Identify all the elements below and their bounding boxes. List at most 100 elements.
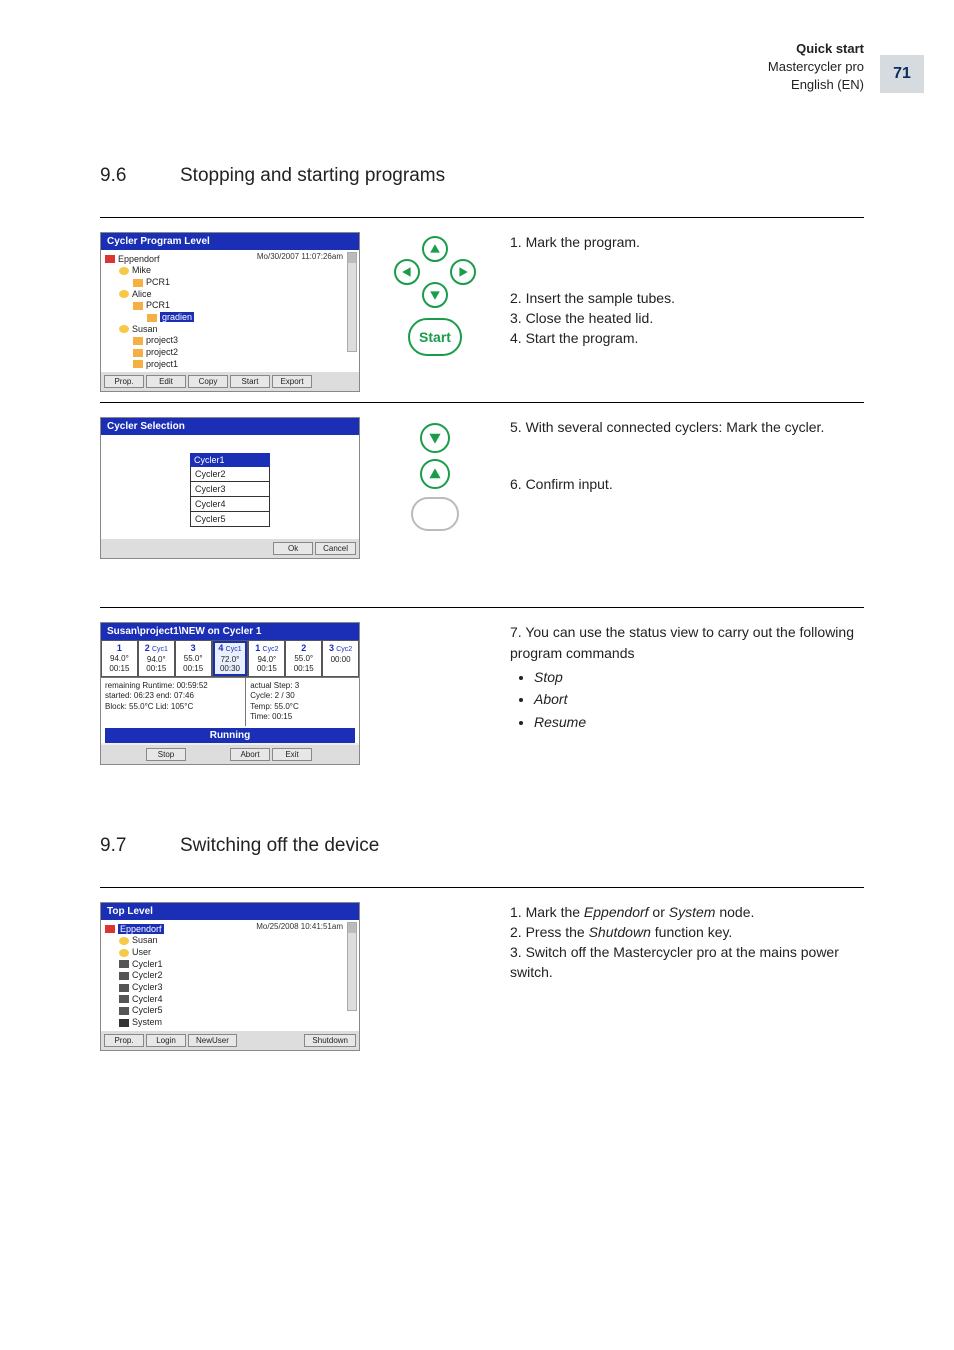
window-title: Top Level [101,903,359,920]
tree-folder[interactable]: project1 [105,359,341,371]
scrollbar[interactable] [347,252,357,353]
footer-login-button[interactable]: Login [146,1034,186,1047]
footer-copy-button[interactable]: Copy [188,375,228,388]
footer-prop-button[interactable]: Prop. [104,375,144,388]
page-header: Quick start Mastercycler pro English (EN… [100,40,864,95]
tree-view: Eppendorf Susan User Cycler1 Cycler2 Cyc… [105,924,355,1029]
tree-user[interactable]: User [105,947,341,959]
timestamp: Mo/30/2007 11:07:26am [257,252,343,261]
instruction-text: 3. Close the heated lid. [510,308,864,328]
tree-program-selected[interactable]: gradien [105,312,341,324]
screenshot-status-view: Susan\project1\NEW on Cycler 1 194.0°00:… [100,622,360,764]
footer-newuser-button[interactable]: NewUser [188,1034,237,1047]
footer-edit-button[interactable]: Edit [146,375,186,388]
command-list: Stop Abort Resume [534,667,864,732]
user-icon [119,325,129,333]
cycler-list-item[interactable]: Cycler2 [190,467,270,482]
program-icon [147,314,157,322]
dpad-up-button[interactable] [422,236,448,262]
tree-folder[interactable]: project2 [105,347,341,359]
folder-icon [133,360,143,368]
dpad-up-button[interactable] [420,459,450,489]
instruction-text: 1. Mark the Eppendorf or System node. [510,902,864,922]
tree-user-mike[interactable]: Mike [105,265,341,277]
dpad-down-button[interactable] [420,423,450,453]
system-icon [119,1019,129,1027]
dpad-left-button[interactable] [394,259,420,285]
command-abort: Abort [534,689,864,709]
cycler-list-item[interactable]: Cycler5 [190,512,270,527]
divider [100,217,864,218]
program-step: 355.0°00:15 [175,640,212,677]
program-step: 255.0°00:15 [285,640,322,677]
start-button[interactable]: Start [408,318,462,356]
section-9-7-text: Switching off the device [180,835,379,856]
instruction-text: 2. Insert the sample tubes. [510,288,864,308]
arrow-right-icon [457,266,469,278]
tree-view: Eppendorf Mike PCR1 Alice PCR1 gradien S… [105,254,355,371]
timestamp: Mo/25/2008 10:41:51am [256,922,343,931]
dpad-right-button[interactable] [450,259,476,285]
tree-cycler[interactable]: Cycler1 [105,959,341,971]
tree-user[interactable]: Susan [105,935,341,947]
footer-shutdown-button[interactable]: Shutdown [304,1034,356,1047]
dpad-down-button[interactable] [422,282,448,308]
cycler-icon [119,972,129,980]
tree-system[interactable]: System [105,1017,341,1029]
instruction-text: 5. With several connected cyclers: Mark … [510,417,864,437]
cycler-list-selected[interactable]: Cycler1 [190,453,270,467]
folder-icon [133,279,143,287]
instruction-text: 2. Press the Shutdown function key. [510,922,864,942]
instruction-text: 6. Confirm input. [510,474,864,494]
footer-stop-button[interactable]: Stop [146,748,186,761]
user-icon [119,290,129,298]
user-icon [119,949,129,957]
cycler-list-item[interactable]: Cycler4 [190,497,270,512]
window-title: Susan\project1\NEW on Cycler 1 [101,623,359,640]
footer-exit-button[interactable]: Exit [272,748,312,761]
footer-export-button[interactable]: Export [272,375,312,388]
cycler-list-item[interactable]: Cycler3 [190,482,270,497]
program-step: 3 Cyc200:00 [322,640,359,677]
tree-folder[interactable]: project3 [105,335,341,347]
user-icon [119,267,129,275]
arrow-down-icon [428,431,442,445]
tree-cycler[interactable]: Cycler5 [105,1005,341,1017]
header-quickstart: Quick start [100,40,864,58]
tree-user-alice[interactable]: Alice [105,289,341,301]
tree-cycler[interactable]: Cycler2 [105,970,341,982]
window-footer: Ok Cancel [101,539,359,558]
cycler-icon [119,960,129,968]
divider [100,607,864,608]
root-icon [105,925,115,933]
tree-folder[interactable]: PCR1 [105,300,341,312]
cycler-icon [119,995,129,1003]
cycler-list: Cycler1 Cycler2 Cycler3 Cycler4 Cycler5 [190,453,270,527]
tree-cycler[interactable]: Cycler4 [105,994,341,1006]
cycler-icon [119,1007,129,1015]
program-step: 194.0°00:15 [101,640,138,677]
enter-button[interactable] [411,497,459,531]
section-9-7-number: 9.7 [100,835,180,857]
tree-folder[interactable]: PCR1 [105,277,341,289]
header-product: Mastercycler pro [100,58,864,76]
status-running-bar: Running [105,728,355,743]
section-9-6-number: 9.6 [100,165,180,187]
footer-ok-button[interactable]: Ok [273,542,313,555]
window-footer: Prop. Login NewUser Shutdown [101,1031,359,1050]
section-9-6-title: 9.6Stopping and starting programs [100,165,864,187]
footer-start-button[interactable]: Start [230,375,270,388]
footer-cancel-button[interactable]: Cancel [315,542,356,555]
tree-cycler[interactable]: Cycler3 [105,982,341,994]
status-start-end: started: 06:23 end: 07:46 [105,691,241,701]
instruction-text: 3. Switch off the Mastercycler pro at th… [510,942,864,983]
footer-prop-button[interactable]: Prop. [104,1034,144,1047]
instruction-text: 1. Mark the program. [510,232,864,252]
footer-abort-button[interactable]: Abort [230,748,270,761]
program-steps-row: 194.0°00:15 2 Cyc194.0°00:15 355.0°00:15… [101,640,359,677]
user-icon [119,937,129,945]
program-step: 2 Cyc194.0°00:15 [138,640,175,677]
tree-user-susan[interactable]: Susan [105,324,341,336]
scrollbar[interactable] [347,922,357,1011]
status-actual-step: actual Step: 3 [250,681,355,691]
